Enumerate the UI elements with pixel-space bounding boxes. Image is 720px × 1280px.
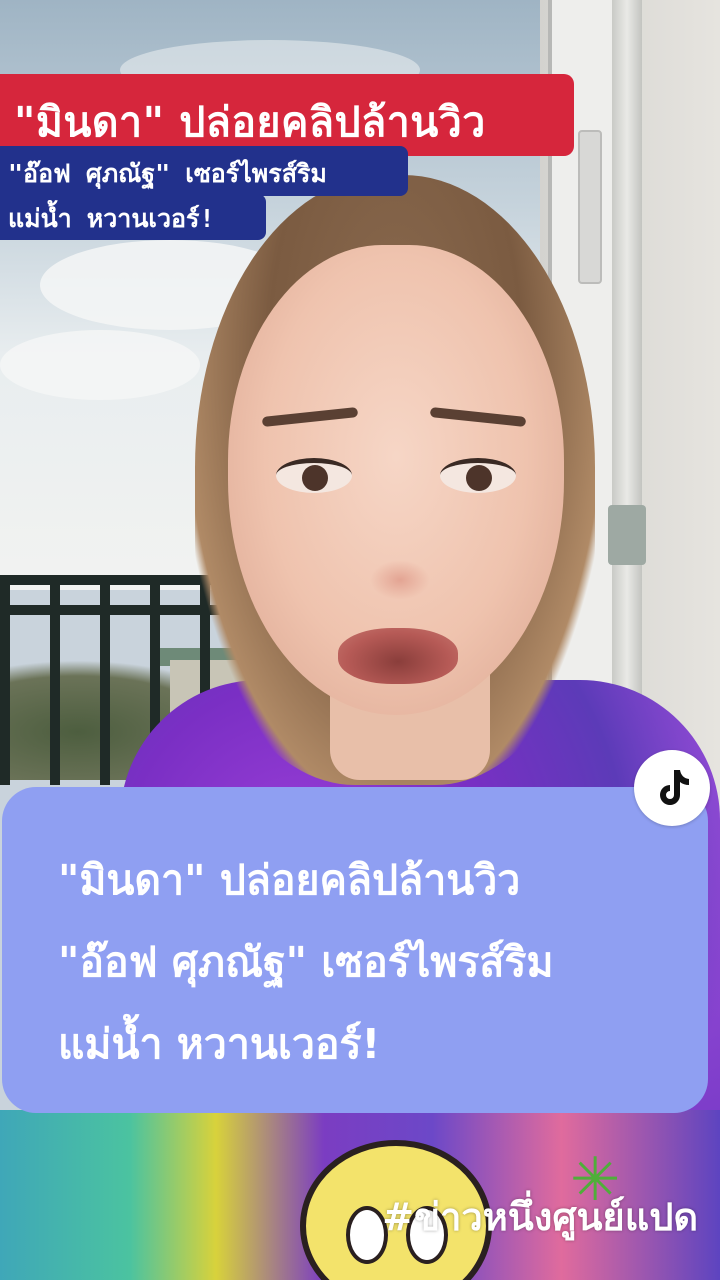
right-eye <box>440 458 516 493</box>
tiktok-icon <box>660 770 689 805</box>
subline-text-1: "อ๊อฟ ศุภณัฐ" เซอร์ไพรส์ริม <box>8 159 327 188</box>
pipe <box>612 0 642 780</box>
hashtag-watermark: #ข่าวหนึ่งศูนย์แปด <box>382 1195 698 1239</box>
tiktok-button[interactable] <box>634 750 710 826</box>
pipe-clamp <box>608 505 646 565</box>
nose <box>370 560 430 600</box>
window-handle <box>578 130 602 284</box>
subline-text-2: แม่น้ำ หวานเวอร์! <box>8 204 215 233</box>
caption-line-1: "มินดา" ปล่อยคลิปล้านวิว <box>58 856 521 904</box>
lips <box>338 628 458 684</box>
caption-line-3: แม่น้ำ หวานเวอร์! <box>58 1020 381 1068</box>
caption-line-2: "อ๊อฟ ศุภณัฐ" เซอร์ไพรส์ริม <box>58 938 554 986</box>
cloud <box>0 330 200 400</box>
left-eye <box>276 458 352 493</box>
